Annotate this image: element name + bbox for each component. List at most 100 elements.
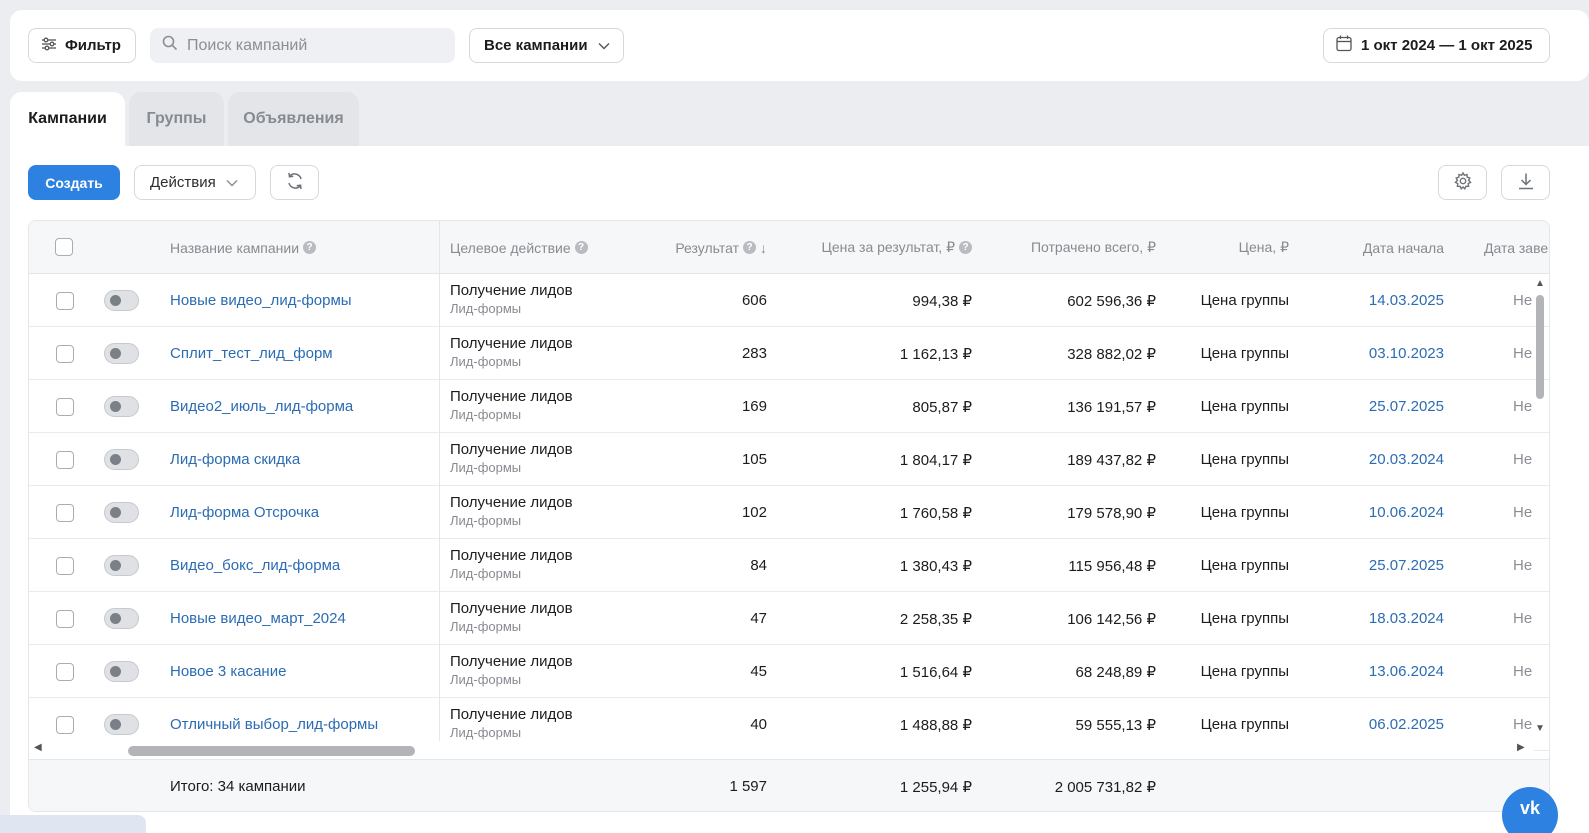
goal-text: Получение лидов bbox=[450, 282, 573, 299]
campaign-name-link[interactable]: Сплит_тест_лид_форм bbox=[170, 327, 333, 380]
horizontal-scroll-thumb[interactable] bbox=[128, 746, 415, 756]
row-checkbox[interactable] bbox=[56, 398, 74, 416]
help-icon[interactable]: ? bbox=[959, 241, 972, 254]
table-footer: Итого: 34 кампании 1 597 1 255,94 ₽ 2 00… bbox=[29, 759, 1549, 811]
goal-subtext: Лид-формы bbox=[450, 407, 522, 422]
scroll-down-icon[interactable]: ▼ bbox=[1535, 723, 1545, 734]
campaign-name-link[interactable]: Новое 3 касание bbox=[170, 645, 286, 698]
campaign-status-toggle[interactable] bbox=[104, 608, 139, 629]
campaign-status-toggle[interactable] bbox=[104, 343, 139, 364]
price-cell: Цена группы bbox=[1200, 504, 1289, 521]
row-checkbox[interactable] bbox=[56, 557, 74, 575]
campaign-name-link[interactable]: Новые видео_март_2024 bbox=[170, 592, 346, 645]
row-checkbox[interactable] bbox=[56, 504, 74, 522]
column-price[interactable]: Цена, ₽ bbox=[1159, 221, 1289, 274]
start-date-link[interactable]: 25.07.2025 bbox=[1299, 380, 1444, 433]
result-cell: 606 bbox=[741, 292, 767, 309]
row-checkbox[interactable] bbox=[56, 663, 74, 681]
row-checkbox[interactable] bbox=[56, 610, 74, 628]
sort-arrow-icon: ↓ bbox=[760, 239, 767, 256]
column-name[interactable]: Название кампании ? bbox=[170, 221, 317, 274]
search-input[interactable] bbox=[187, 36, 447, 55]
goal-subtext: Лид-формы bbox=[450, 513, 522, 528]
search-icon bbox=[162, 35, 178, 56]
campaign-status-toggle[interactable] bbox=[104, 502, 139, 523]
help-icon[interactable]: ? bbox=[574, 241, 588, 254]
start-date-link[interactable]: 25.07.2025 bbox=[1299, 539, 1444, 592]
row-checkbox[interactable] bbox=[56, 292, 74, 310]
table-row: Видео_бокс_лид-форма Получение лидов Лид-ф… bbox=[29, 539, 1549, 592]
row-checkbox[interactable] bbox=[56, 716, 74, 734]
tab-ads[interactable]: Объявления bbox=[228, 92, 359, 146]
goal-text: Получение лидов bbox=[450, 388, 573, 405]
start-date-link[interactable]: 13.06.2024 bbox=[1299, 645, 1444, 698]
spent-cell: 179 578,90 ₽ bbox=[1067, 504, 1156, 522]
date-range-picker[interactable]: 1 окт 2024 — 1 окт 2025 bbox=[1323, 28, 1550, 63]
scroll-left-icon[interactable]: ◀ bbox=[34, 742, 42, 753]
goal-text: Получение лидов bbox=[450, 494, 573, 511]
campaign-status-toggle[interactable] bbox=[104, 661, 139, 682]
row-checkbox[interactable] bbox=[56, 451, 74, 469]
gear-icon bbox=[1453, 171, 1473, 195]
vertical-scroll-thumb[interactable] bbox=[1536, 295, 1544, 399]
tab-campaigns[interactable]: Кампании bbox=[10, 92, 125, 146]
campaign-name-link[interactable]: Видео_бокс_лид-форма bbox=[170, 539, 340, 592]
goal-text: Получение лидов bbox=[450, 706, 573, 723]
settings-button[interactable] bbox=[1438, 165, 1487, 200]
start-date-link[interactable]: 14.03.2025 bbox=[1299, 274, 1444, 327]
filter-label: Фильтр bbox=[65, 37, 121, 54]
table-row: Лид-форма Отсрочка Получение лидов Лид-фор… bbox=[29, 486, 1549, 539]
create-button[interactable]: Создать bbox=[28, 165, 120, 200]
table-row: Видео2_июль_лид-форма Получение лидов Лид-… bbox=[29, 380, 1549, 433]
goal-cell: Получение лидов Лид-формы bbox=[450, 652, 573, 689]
column-goal[interactable]: Целевое действие ? bbox=[450, 221, 588, 274]
campaign-status-toggle[interactable] bbox=[104, 555, 139, 576]
campaign-select[interactable]: Все кампании bbox=[469, 28, 624, 63]
start-date-link[interactable]: 10.06.2024 bbox=[1299, 486, 1444, 539]
select-all-checkbox[interactable] bbox=[55, 238, 73, 256]
price-cell: Цена группы bbox=[1200, 557, 1289, 574]
price-cell: Цена группы bbox=[1200, 663, 1289, 680]
row-checkbox[interactable] bbox=[56, 345, 74, 363]
campaign-name-link[interactable]: Лид-форма скидка bbox=[170, 433, 300, 486]
refresh-button[interactable] bbox=[270, 165, 319, 200]
goal-subtext: Лид-формы bbox=[450, 566, 522, 581]
table-header: Название кампании ? Целевое действие ? Р… bbox=[29, 221, 1549, 274]
column-end-label: Дата заве bbox=[1484, 239, 1549, 256]
goal-subtext: Лид-формы bbox=[450, 619, 522, 634]
campaign-status-toggle[interactable] bbox=[104, 396, 139, 417]
bottom-tab-strip bbox=[0, 815, 146, 833]
cpr-cell: 1 516,64 ₽ bbox=[899, 663, 972, 681]
column-result[interactable]: Результат ? ↓ bbox=[589, 221, 767, 274]
column-spent[interactable]: Потрачено всего, ₽ bbox=[974, 221, 1156, 274]
download-button[interactable] bbox=[1501, 165, 1550, 200]
column-goal-label: Целевое действие bbox=[450, 239, 571, 256]
tab-groups[interactable]: Группы bbox=[129, 92, 224, 146]
result-cell: 84 bbox=[750, 557, 767, 574]
result-cell: 169 bbox=[741, 398, 767, 415]
start-date-link[interactable]: 18.03.2024 bbox=[1299, 592, 1444, 645]
campaign-name-link[interactable]: Видео2_июль_лид-форма bbox=[170, 380, 353, 433]
filter-button[interactable]: Фильтр bbox=[28, 28, 136, 63]
column-cpr[interactable]: Цена за результат, ₽ ? bbox=[769, 221, 972, 274]
search-box[interactable] bbox=[150, 28, 455, 63]
campaign-status-toggle[interactable] bbox=[104, 714, 139, 735]
column-start-date[interactable]: Дата начала bbox=[1299, 221, 1444, 274]
scroll-right-icon[interactable]: ▶ bbox=[1517, 742, 1525, 753]
start-date-link[interactable]: 03.10.2023 bbox=[1299, 327, 1444, 380]
actions-label: Действия bbox=[150, 174, 216, 191]
help-icon[interactable]: ? bbox=[303, 241, 317, 254]
start-date-link[interactable]: 20.03.2024 bbox=[1299, 433, 1444, 486]
actions-dropdown[interactable]: Действия bbox=[134, 165, 256, 200]
column-end-date[interactable]: Дата заве bbox=[1484, 221, 1548, 274]
column-spent-label: Потрачено всего, ₽ bbox=[1030, 239, 1156, 255]
campaign-name-link[interactable]: Новые видео_лид-формы bbox=[170, 274, 352, 327]
scroll-up-icon[interactable]: ▲ bbox=[1535, 278, 1545, 289]
table-row: Новое 3 касание Получение лидов Лид-формы 4… bbox=[29, 645, 1549, 698]
campaign-status-toggle[interactable] bbox=[104, 449, 139, 470]
campaign-name-link[interactable]: Лид-форма Отсрочка bbox=[170, 486, 319, 539]
end-date-cell: Не bbox=[1513, 345, 1533, 362]
column-name-label: Название кампании bbox=[170, 239, 300, 256]
campaign-status-toggle[interactable] bbox=[104, 290, 139, 311]
help-icon[interactable]: ? bbox=[743, 241, 756, 254]
